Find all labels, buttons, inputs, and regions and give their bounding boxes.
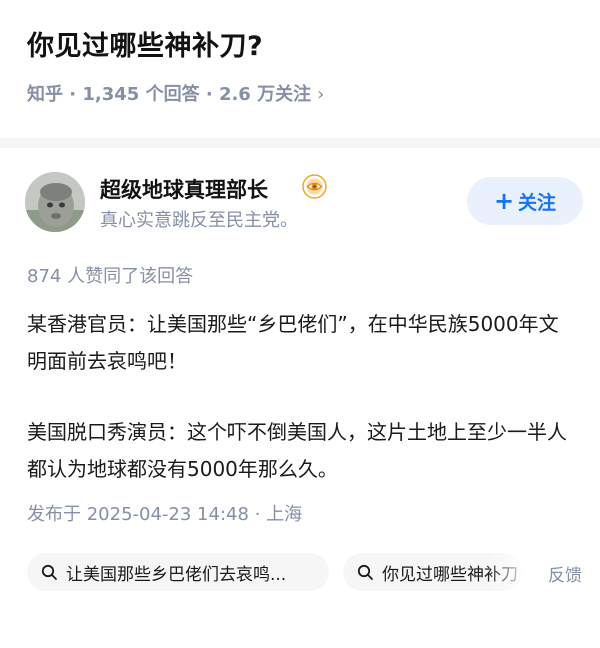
answer-content: 某香港官员：让美国那些“乡巴佬们”，在中华民族5000年文明面前去哀鸣吧！ 美国…	[27, 306, 577, 488]
chip-fade-overlay	[487, 553, 547, 595]
follow-label: 关注	[518, 191, 557, 214]
answer-card: 超级地球真理部长 真心实意跳反至民主党。 + 关注 874 人赞同了该回答 某香…	[0, 148, 600, 648]
upvote-count: 874 人赞同了该回答	[27, 266, 194, 287]
feedback-link[interactable]: 反馈	[548, 561, 582, 586]
search-icon	[41, 564, 57, 580]
answer-paragraph: 美国脱口秀演员：这个吓不倒美国人，这片土地上至少一半人都认为地球都没有5000年…	[27, 420, 567, 481]
related-searches: 让美国那些乡巴佬们去哀鸣... 你见过哪些神补刀 反馈	[27, 553, 600, 595]
avatar-image	[25, 172, 85, 232]
eye-badge-icon	[302, 174, 327, 199]
author-name[interactable]: 超级地球真理部长	[100, 174, 268, 204]
question-title[interactable]: 你见过哪些神补刀?	[27, 24, 263, 63]
publish-info: 发布于 2025-04-23 14:48 · 上海	[27, 504, 303, 525]
plus-icon: +	[493, 187, 515, 215]
question-meta-link[interactable]: 知乎 · 1,345 个回答 · 2.6 万关注 ›	[27, 80, 324, 106]
follow-button[interactable]: + 关注	[467, 177, 583, 225]
question-header: 你见过哪些神补刀? 知乎 · 1,345 个回答 · 2.6 万关注 ›	[0, 0, 600, 138]
related-search-text: 让美国那些乡巴佬们去哀鸣...	[66, 564, 287, 585]
question-meta: 知乎 · 1,345 个回答 · 2.6 万关注	[27, 84, 312, 105]
related-search-chip[interactable]: 让美国那些乡巴佬们去哀鸣...	[27, 553, 329, 591]
chevron-right-icon: ›	[317, 84, 325, 105]
author-bio: 真心实意跳反至民主党。	[100, 210, 298, 231]
answer-paragraph: 某香港官员：让美国那些“乡巴佬们”，在中华民族5000年文明面前去哀鸣吧！	[27, 312, 559, 373]
avatar[interactable]	[25, 172, 85, 232]
section-divider	[0, 138, 600, 148]
search-icon	[357, 564, 373, 580]
